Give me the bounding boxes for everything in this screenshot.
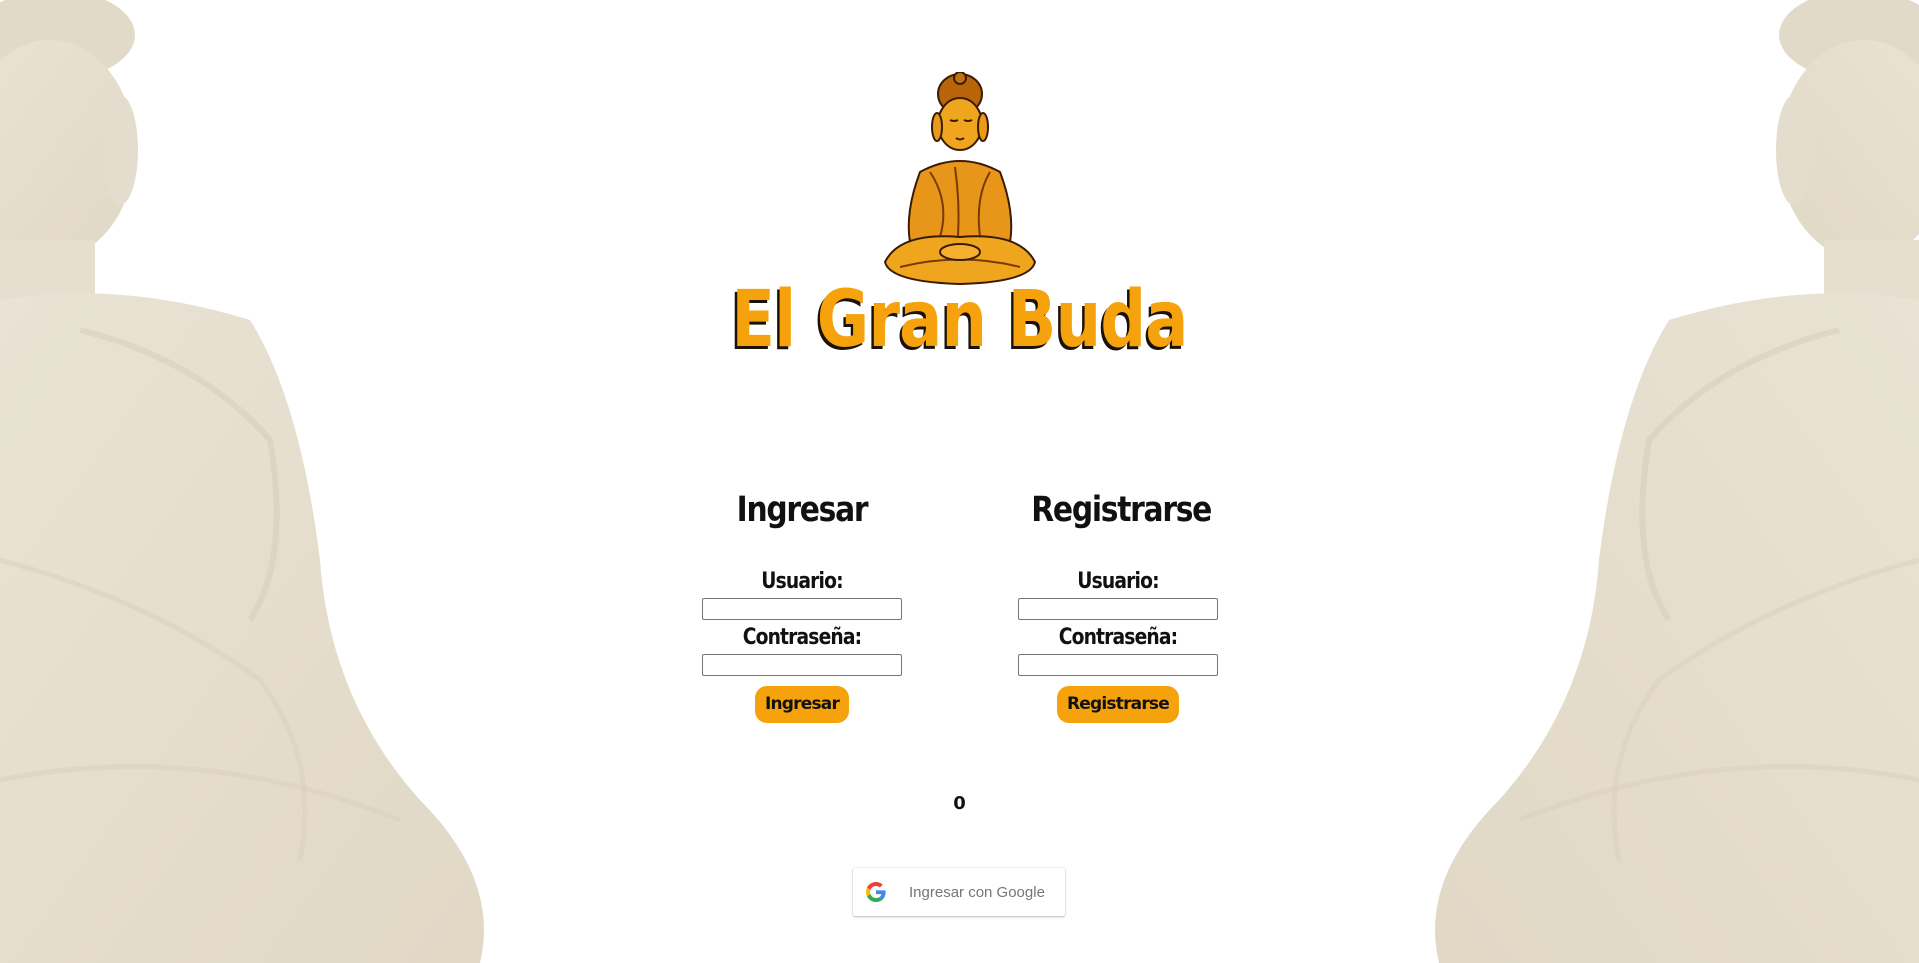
buddha-icon: [883, 72, 1036, 286]
login-user-input[interactable]: [702, 598, 902, 620]
login-password-label: Contraseña:: [742, 625, 862, 650]
register-button[interactable]: Registrarse: [1057, 686, 1179, 723]
register-user-input[interactable]: [1018, 598, 1218, 620]
login-page: El Gran Buda Ingresar Usuario: Contraseñ…: [0, 0, 1919, 963]
login-heading: Ingresar: [736, 490, 869, 530]
google-icon: [866, 882, 886, 902]
register-form: Registrarse Usuario: Contraseña: Registr…: [1016, 490, 1220, 723]
google-signin-label: Ingresar con Google: [909, 883, 1045, 901]
register-heading: Registrarse: [1031, 490, 1212, 530]
brand-title: El Gran Buda: [731, 275, 1188, 365]
login-button[interactable]: Ingresar: [754, 686, 850, 723]
login-form: Ingresar Usuario: Contraseña: Ingresar: [700, 490, 904, 723]
google-signin-button[interactable]: Ingresar con Google: [853, 868, 1065, 916]
register-password-label: Contraseña:: [1058, 625, 1178, 650]
logo: [0, 72, 1919, 287]
login-password-input[interactable]: [702, 654, 902, 676]
auth-forms: Ingresar Usuario: Contraseña: Ingresar R…: [700, 490, 1218, 750]
register-password-input[interactable]: [1018, 654, 1218, 676]
counter-text: 0: [953, 793, 966, 814]
register-user-label: Usuario:: [1077, 569, 1159, 594]
login-user-label: Usuario:: [761, 569, 843, 594]
